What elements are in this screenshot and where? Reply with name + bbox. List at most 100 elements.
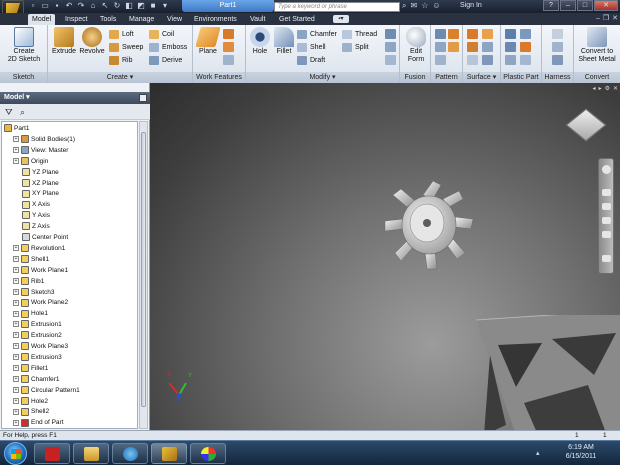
viewport-settings-icon[interactable]: ⚙ [605, 85, 610, 92]
boss-icon[interactable] [520, 29, 531, 39]
create-panel-label[interactable]: Create ▾ [48, 72, 192, 83]
tree-expander-icon[interactable]: + [13, 321, 19, 328]
work-axis-icon[interactable] [223, 29, 234, 39]
system-clock[interactable]: 6:19 AM 6/15/2011 [548, 443, 614, 461]
update-icon[interactable]: ↻ [112, 1, 122, 11]
tree-item[interactable]: XY Plane [22, 188, 59, 199]
tree-item[interactable]: + Shell1 [13, 254, 49, 265]
tree-expander-icon[interactable]: + [13, 136, 19, 143]
shell-button[interactable]: Shell [297, 42, 326, 53]
tree-item[interactable]: + Chamfer1 [13, 374, 60, 385]
pattern-option-icon[interactable] [448, 42, 459, 52]
tab-tools[interactable]: Tools [96, 14, 120, 25]
tree-item[interactable]: Z Axis [22, 221, 50, 232]
harness-export-icon[interactable] [552, 55, 563, 65]
lattice-model[interactable] [476, 315, 620, 430]
tree-item[interactable]: + Work Plane1 [13, 265, 68, 276]
lip-icon[interactable] [520, 55, 531, 65]
tab-environments[interactable]: Environments [190, 14, 241, 25]
extrude-button[interactable]: Extrude [50, 27, 78, 56]
hole-button[interactable]: Hole [248, 27, 272, 56]
browser-menu-icon[interactable] [139, 94, 147, 102]
revolve-button[interactable]: Revolve [78, 27, 106, 56]
tree-expander-icon[interactable]: + [13, 288, 19, 295]
mirror-icon[interactable] [435, 42, 446, 52]
trim-icon[interactable] [467, 55, 478, 65]
tree-item[interactable]: + Hole1 [13, 308, 48, 319]
taskbar-ie[interactable] [112, 443, 148, 464]
tree-expander-icon[interactable]: + [13, 397, 19, 404]
derive-button[interactable]: Derive [149, 55, 182, 66]
copy-object-icon[interactable] [385, 55, 396, 65]
tree-item[interactable]: + Solid Bodies(1) [13, 134, 75, 145]
tree-item[interactable]: + View: Master [13, 145, 68, 156]
sculpt-icon[interactable] [467, 42, 478, 52]
undo-icon[interactable]: ↶ [64, 1, 74, 11]
tree-item[interactable]: + End of Part [13, 417, 64, 428]
tree-item[interactable]: Center Point [22, 232, 68, 243]
tab-inspect[interactable]: Inspect [61, 14, 92, 25]
doc-close-icon[interactable]: ✕ [612, 14, 618, 24]
emboss-button[interactable]: Emboss [149, 42, 187, 53]
favorites-star-icon[interactable]: ☆ [421, 1, 428, 11]
tree-item[interactable]: + Fillet1 [13, 363, 48, 374]
convert-to-sheet-metal-button[interactable]: Convert to Sheet Metal [575, 27, 619, 64]
surface-panel-label[interactable]: Surface ▾ [463, 72, 500, 83]
tree-expander-icon[interactable]: + [13, 408, 19, 415]
dropdown-icon[interactable]: ▾ [160, 1, 170, 11]
extend-icon[interactable] [482, 55, 493, 65]
impeller-model[interactable] [379, 179, 477, 271]
save-icon[interactable]: ▪ [52, 1, 62, 11]
navbar-options-icon[interactable] [602, 255, 611, 262]
doc-minimize-icon[interactable]: – [596, 14, 600, 24]
zoom-icon[interactable] [602, 203, 611, 210]
tree-item[interactable]: + Extrusion3 [13, 352, 62, 363]
tree-expander-icon[interactable]: + [13, 386, 19, 393]
sweep-button[interactable]: Sweep [109, 42, 143, 53]
scrollbar-thumb[interactable] [141, 132, 146, 407]
browser-header[interactable]: Model ▾ [0, 92, 150, 104]
tree-expander-icon[interactable]: + [13, 277, 19, 284]
filter-icon[interactable]: ⛛ [5, 107, 13, 117]
work-point-icon[interactable] [223, 42, 234, 52]
viewcube[interactable] [565, 108, 607, 142]
start-button[interactable] [4, 442, 27, 465]
circular-pattern-icon[interactable] [448, 29, 459, 39]
tree-item[interactable]: + Revolution1 [13, 243, 65, 254]
tree-item[interactable]: + Extrusion2 [13, 330, 62, 341]
tree-item[interactable]: + Sketch3 [13, 287, 55, 298]
tree-item[interactable]: + Extrusion1 [13, 319, 62, 330]
viewport-right-icon[interactable]: ▸ [599, 85, 602, 92]
help-button[interactable]: ? [543, 0, 559, 11]
fillet-button[interactable]: Fillet [272, 27, 296, 56]
graphics-viewport[interactable]: ◂ ▸ ⚙ ✕ X Y [150, 83, 620, 430]
viewport-close-icon[interactable]: ✕ [613, 85, 618, 92]
harness-properties-icon[interactable] [552, 42, 563, 52]
taskbar-inventor[interactable] [151, 443, 187, 464]
viewport-left-icon[interactable]: ◂ [593, 85, 596, 92]
thicken-icon[interactable] [467, 29, 478, 39]
look-at-icon[interactable] [602, 231, 611, 238]
tree-expander-icon[interactable]: + [13, 245, 19, 252]
tab-view[interactable]: View [163, 14, 186, 25]
tree-item[interactable]: + Circular Pattern1 [13, 385, 80, 396]
tab-manage[interactable]: Manage [125, 14, 158, 25]
plane-button[interactable]: Plane [195, 27, 221, 56]
create-2d-sketch-button[interactable]: Create 2D Sketch [4, 27, 44, 64]
tree-expander-icon[interactable]: + [13, 375, 19, 382]
user-icon[interactable]: ☺ [432, 1, 440, 11]
ucs-icon[interactable] [223, 55, 234, 65]
rib-button[interactable]: Rib [109, 55, 133, 66]
tree-expander-icon[interactable]: + [13, 365, 19, 372]
rectangular-pattern-icon[interactable] [435, 29, 446, 39]
tree-item[interactable]: YZ Plane [22, 167, 59, 178]
tree-expander-icon[interactable]: + [13, 147, 19, 154]
find-binoculars-icon[interactable]: ⌕ [20, 107, 25, 117]
loft-button[interactable]: Loft [109, 29, 134, 40]
tree-expander-icon[interactable]: + [13, 310, 19, 317]
doc-restore-icon[interactable]: ❐ [603, 14, 609, 24]
thread-button[interactable]: Thread [342, 29, 377, 40]
taskbar-app-1[interactable] [34, 443, 70, 464]
new-icon[interactable]: ▫ [28, 1, 38, 11]
snap-fit-icon[interactable] [520, 42, 531, 52]
